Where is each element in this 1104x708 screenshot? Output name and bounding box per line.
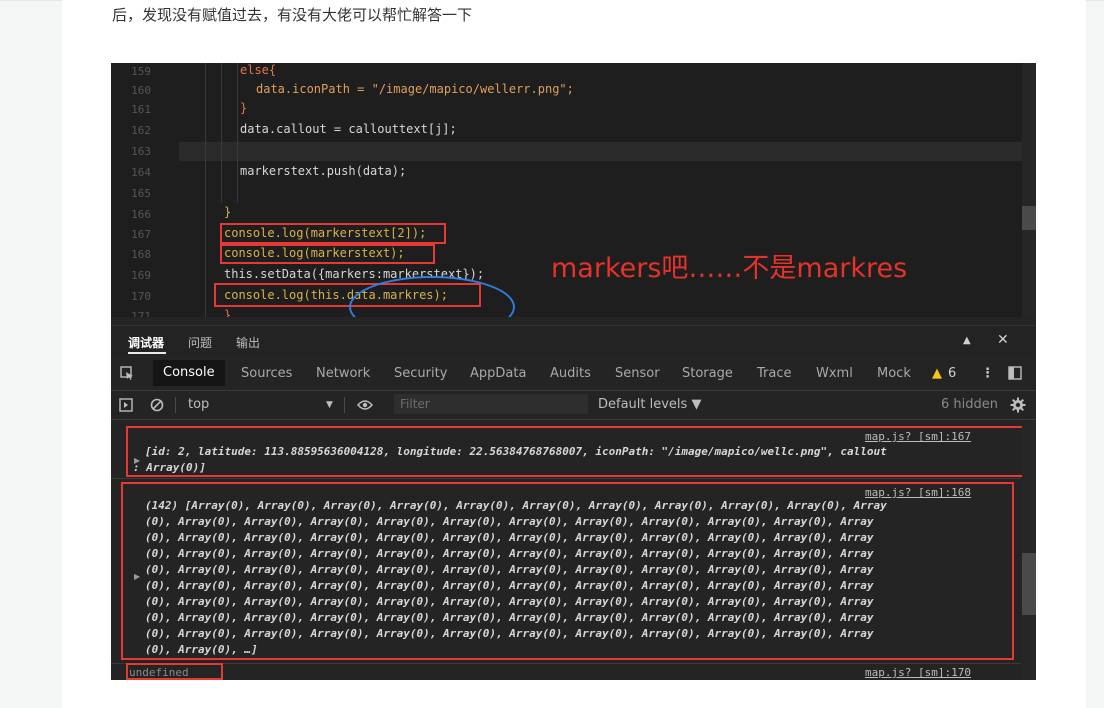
console-toolbar: top ▼ Filter Default levels ▼ 6 hidden xyxy=(111,391,1036,420)
devtools-tab-bar: Console Sources Network Security AppData… xyxy=(111,356,1036,391)
line-number: 169 xyxy=(131,269,151,282)
line-number: 167 xyxy=(131,228,151,241)
highlight-box xyxy=(126,663,223,680)
line-number: 164 xyxy=(131,166,151,179)
line-number: 170 xyxy=(131,290,151,303)
line-number: 162 xyxy=(131,124,151,137)
context-dropdown-icon[interactable]: ▼ xyxy=(326,400,333,410)
inspect-element-icon[interactable] xyxy=(120,366,134,380)
tab-sources[interactable]: Sources xyxy=(241,366,292,381)
tab-console[interactable]: Console xyxy=(153,360,225,386)
editor-scrollbar-thumb[interactable] xyxy=(1022,206,1036,230)
code-line: } xyxy=(224,205,232,219)
tab-wxml[interactable]: Wxml xyxy=(816,366,853,381)
line-number: 165 xyxy=(131,187,151,200)
tab-problems[interactable]: 问题 xyxy=(188,334,212,351)
warning-count: 6 xyxy=(948,366,957,381)
code-line: markerstext.push(data); xyxy=(240,164,407,178)
highlight-box xyxy=(220,244,435,264)
source-link[interactable]: map.js? [sm]:170 xyxy=(865,666,971,679)
line-number: 161 xyxy=(131,103,151,116)
console-scrollbar[interactable] xyxy=(1022,420,1036,680)
line-number: 168 xyxy=(131,248,151,261)
more-options-icon[interactable]: ⋮ xyxy=(981,366,994,381)
eye-icon[interactable] xyxy=(357,399,373,411)
clear-console-icon[interactable] xyxy=(150,398,164,412)
code-line: } xyxy=(240,101,248,115)
hidden-count: 6 hidden xyxy=(941,397,998,412)
line-number: 166 xyxy=(131,208,151,221)
tab-audits[interactable]: Audits xyxy=(550,366,591,381)
close-panel-icon[interactable]: ✕ xyxy=(997,332,1009,348)
tab-security[interactable]: Security xyxy=(394,366,447,381)
collapse-panel-icon[interactable]: ▲ xyxy=(963,335,971,346)
line-number: 163 xyxy=(131,145,151,158)
active-tab-indicator xyxy=(128,352,166,354)
console-scrollbar-thumb[interactable] xyxy=(1022,553,1036,615)
filter-input[interactable]: Filter xyxy=(394,394,588,414)
editor-scrollbar[interactable] xyxy=(1022,63,1036,317)
tab-network[interactable]: Network xyxy=(316,366,370,381)
highlight-box xyxy=(220,223,446,244)
annotation-text: markers吧……不是markres xyxy=(551,253,908,284)
console-output: map.js? [sm]:167 ▶ [id: 2, latitude: 113… xyxy=(111,420,1036,680)
filter-placeholder: Filter xyxy=(400,397,430,411)
code-line: else{ xyxy=(240,63,277,77)
toolbar-separator xyxy=(175,397,176,413)
line-number: 160 xyxy=(131,84,151,97)
log-levels-dropdown[interactable]: Default levels ▼ xyxy=(598,397,701,412)
warning-icon[interactable]: ▲ xyxy=(932,366,942,381)
ide-screenshot: 159 160 161 162 163 164 165 166 167 168 … xyxy=(111,63,1036,680)
context-selector[interactable]: top xyxy=(188,397,209,412)
toolbar-separator xyxy=(344,397,345,413)
tab-appdata[interactable]: AppData xyxy=(470,366,526,381)
indent-guide xyxy=(221,63,222,203)
indent-guide xyxy=(237,63,238,203)
tab-debugger[interactable]: 调试器 xyxy=(128,334,164,351)
tab-sensor[interactable]: Sensor xyxy=(615,366,660,381)
dock-icon[interactable] xyxy=(1008,366,1022,380)
tab-output[interactable]: 输出 xyxy=(236,334,260,351)
settings-gear-icon[interactable] xyxy=(1010,397,1026,413)
post-lead-text: 后，发现没有赋值过去，有没有大佬可以帮忙解答一下 xyxy=(112,6,473,24)
entry-divider xyxy=(111,478,1021,479)
tab-storage[interactable]: Storage xyxy=(682,366,733,381)
tab-trace[interactable]: Trace xyxy=(757,366,792,381)
indent-guide xyxy=(205,63,206,317)
highlight-box xyxy=(121,482,1014,660)
entry-divider xyxy=(111,663,1021,664)
line-number: 159 xyxy=(131,65,151,78)
sidebar-toggle-icon[interactable] xyxy=(119,398,133,412)
code-line: } xyxy=(224,308,232,317)
current-line-highlight xyxy=(179,142,1022,161)
highlight-box xyxy=(126,426,1026,477)
tab-mock[interactable]: Mock xyxy=(877,366,911,381)
line-number: 171 xyxy=(131,310,151,317)
code-editor: 159 160 161 162 163 164 165 166 167 168 … xyxy=(111,63,1036,317)
bottom-panel-tabs: 调试器 问题 输出 ▲ ✕ xyxy=(111,325,1036,356)
code-line: data.iconPath = "/image/mapico/wellerr.p… xyxy=(256,82,574,96)
code-line: data.callout = callouttext[j]; xyxy=(240,122,457,136)
